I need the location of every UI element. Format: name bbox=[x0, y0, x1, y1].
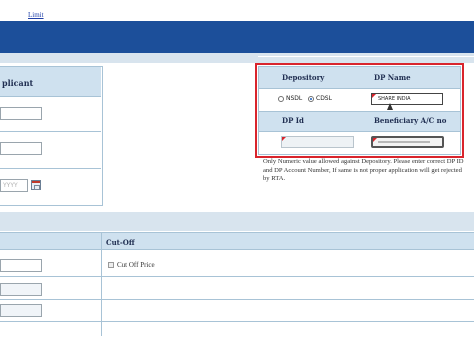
bid-amount-input[interactable] bbox=[0, 304, 42, 317]
applicant-header-label: plicant bbox=[2, 78, 34, 88]
depository-note: Only Numeric value allowed against Depos… bbox=[263, 158, 464, 182]
highlight-frame bbox=[255, 63, 464, 158]
row-divider bbox=[0, 131, 101, 132]
applicant-name-input[interactable] bbox=[0, 107, 42, 120]
cutoff-label: Cut Off Price bbox=[117, 261, 155, 269]
section-band bbox=[0, 212, 474, 231]
bid-header-row bbox=[0, 233, 474, 250]
row-divider bbox=[0, 321, 474, 322]
row-divider bbox=[0, 299, 474, 300]
bid-price-input[interactable] bbox=[0, 283, 42, 296]
row-divider bbox=[0, 168, 101, 169]
top-banner bbox=[0, 21, 474, 53]
row-divider bbox=[0, 276, 474, 277]
date-input[interactable]: YYYY bbox=[0, 179, 28, 192]
applicant-pan-input[interactable] bbox=[0, 142, 42, 155]
bid-quantity-input[interactable] bbox=[0, 259, 42, 272]
section-band bbox=[0, 53, 474, 63]
limit-link[interactable]: Limit bbox=[28, 11, 44, 19]
calendar-icon[interactable] bbox=[31, 180, 41, 190]
band-divider bbox=[258, 56, 474, 57]
cutoff-checkbox[interactable] bbox=[108, 262, 114, 268]
cutoff-col-header: Cut-Off bbox=[106, 238, 135, 247]
